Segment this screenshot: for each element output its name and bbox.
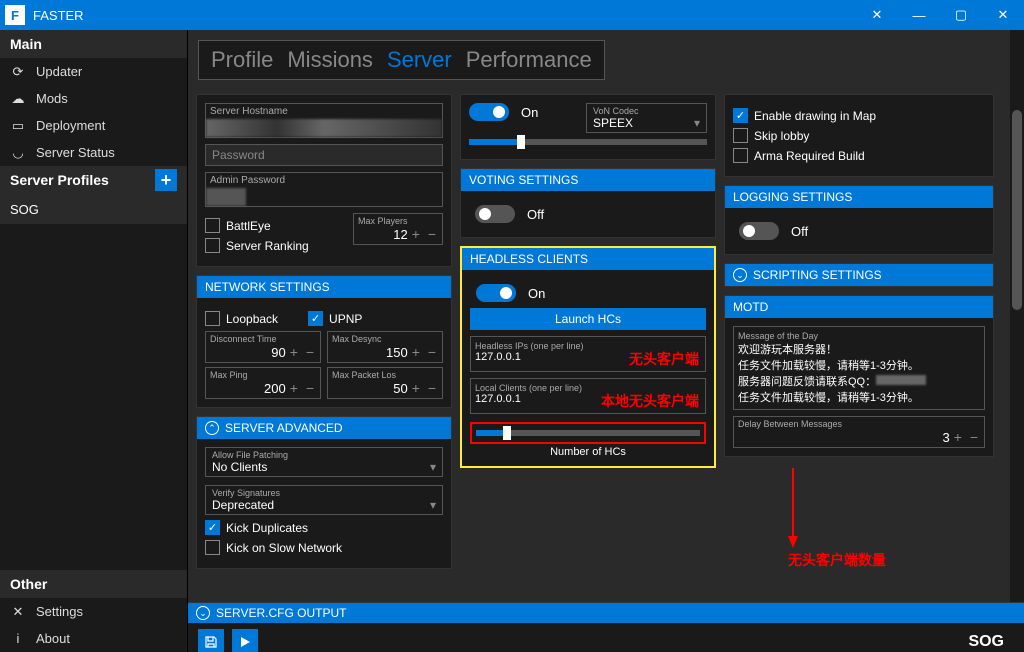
- misc-panel: Enable drawing in Map Skip lobby Arma Re…: [724, 94, 994, 177]
- advanced-header[interactable]: ⌃SERVER ADVANCED: [197, 417, 451, 439]
- sidebar-other-header: Other: [0, 570, 187, 598]
- max-players-field[interactable]: Max Players 12+ −: [353, 213, 443, 245]
- headless-toggle[interactable]: [476, 284, 516, 302]
- scripting-header[interactable]: ⌄SCRIPTING SETTINGS: [725, 264, 993, 286]
- launch-hcs-button[interactable]: Launch HCs: [470, 308, 706, 330]
- hc-number-label: Number of HCs: [470, 446, 706, 458]
- network-header: NETWORK SETTINGS: [197, 276, 451, 298]
- about-icon: i: [10, 631, 26, 646]
- headless-header: HEADLESS CLIENTS: [462, 248, 714, 270]
- cfg-output-header[interactable]: ⌄SERVER.CFG OUTPUT: [188, 603, 1024, 623]
- sidebar-item-deployment[interactable]: ▭Deployment: [0, 112, 187, 139]
- scripting-panel: ⌄SCRIPTING SETTINGS: [724, 263, 994, 287]
- tab-server[interactable]: Server: [387, 47, 452, 73]
- headless-ips-input[interactable]: Headless IPs (one per line) 127.0.0.1 无头…: [470, 336, 706, 372]
- tab-performance[interactable]: Performance: [466, 47, 592, 73]
- loopback-checkbox[interactable]: [205, 311, 220, 326]
- von-codec-select[interactable]: VoN CodecSPEEX: [586, 103, 707, 133]
- delay-field[interactable]: Delay Between Messages3+ −: [733, 416, 985, 448]
- expand-icon: ⌄: [733, 268, 747, 282]
- save-icon: [204, 635, 218, 649]
- hostname-input[interactable]: Server Hostname: [205, 103, 443, 138]
- motd-input[interactable]: Message of the Day 欢迎游玩本服务器！ 任务文件加载较慢，请稍…: [733, 326, 985, 410]
- arma-checkbox[interactable]: [733, 148, 748, 163]
- sidebar-item-settings[interactable]: ✕Settings: [0, 598, 187, 625]
- voting-toggle[interactable]: [475, 205, 515, 223]
- maximize-button[interactable]: ▢: [940, 0, 982, 30]
- von-toggle[interactable]: [469, 103, 509, 121]
- motd-header: MOTD: [725, 296, 993, 318]
- skip-checkbox[interactable]: [733, 128, 748, 143]
- scrollbar[interactable]: [1010, 30, 1024, 602]
- sidebar-item-mods[interactable]: ☁Mods: [0, 85, 187, 112]
- motd-panel: MOTD Message of the Day 欢迎游玩本服务器！ 任务文件加载…: [724, 295, 994, 457]
- app-title: FASTER: [33, 8, 84, 23]
- kick-dup-checkbox[interactable]: [205, 520, 220, 535]
- status-icon: ◡: [10, 145, 26, 161]
- kick-slow-checkbox[interactable]: [205, 540, 220, 555]
- tab-profile[interactable]: Profile: [211, 47, 273, 73]
- content-area: Profile Missions Server Performance Serv…: [188, 30, 1024, 652]
- app-logo: F: [5, 5, 25, 25]
- hc-number-slider[interactable]: [476, 430, 700, 436]
- von-slider[interactable]: [469, 139, 707, 145]
- logging-toggle[interactable]: [739, 222, 779, 240]
- profile-item-sog[interactable]: SOG: [0, 194, 187, 224]
- ranking-checkbox[interactable]: [205, 238, 220, 253]
- titlebar: F FASTER ✕ — ▢ ✕: [0, 0, 1024, 30]
- voting-panel: VOTING SETTINGS Off: [460, 168, 716, 238]
- play-icon: [239, 636, 251, 648]
- save-button[interactable]: [198, 629, 224, 652]
- ping-field[interactable]: Max Ping200+ −: [205, 367, 321, 399]
- server-basic-panel: Server Hostname Password Admin Password: [196, 94, 452, 267]
- password-input[interactable]: Password: [205, 144, 443, 166]
- packet-field[interactable]: Max Packet Los50+ −: [327, 367, 443, 399]
- advanced-panel: ⌃SERVER ADVANCED Allow File PatchingNo C…: [196, 416, 452, 569]
- sidebar-item-status[interactable]: ◡Server Status: [0, 139, 187, 166]
- tab-missions[interactable]: Missions: [287, 47, 373, 73]
- bottom-bar: ⌄SERVER.CFG OUTPUT SOG: [188, 602, 1024, 652]
- tools-icon[interactable]: ✕: [856, 0, 898, 30]
- desync-field[interactable]: Max Desync150+ −: [327, 331, 443, 363]
- file-patching-select[interactable]: Allow File PatchingNo Clients: [205, 447, 443, 477]
- drawing-checkbox[interactable]: [733, 108, 748, 123]
- upnp-checkbox[interactable]: [308, 311, 323, 326]
- tabs: Profile Missions Server Performance: [198, 40, 605, 80]
- settings-icon: ✕: [10, 604, 26, 620]
- verify-select[interactable]: Verify SignaturesDeprecated: [205, 485, 443, 515]
- annotation-1: 无头客户端: [629, 349, 699, 369]
- logging-panel: LOGGING SETTINGS Off: [724, 185, 994, 255]
- play-button[interactable]: [232, 629, 258, 652]
- profile-name-label: SOG: [968, 633, 1014, 651]
- collapse-icon: ⌃: [205, 421, 219, 435]
- mods-icon: ☁: [10, 91, 26, 107]
- network-panel: NETWORK SETTINGS Loopback UPNP Disconnec…: [196, 275, 452, 408]
- add-profile-button[interactable]: +: [155, 169, 177, 191]
- von-panel: On VoN CodecSPEEX: [460, 94, 716, 160]
- sidebar-item-about[interactable]: iAbout: [0, 625, 187, 652]
- headless-panel: HEADLESS CLIENTS On Launch HCs Headless …: [460, 246, 716, 468]
- expand-icon: ⌄: [196, 606, 210, 620]
- annotation-2: 本地无头客户端: [601, 391, 699, 411]
- annotation-3: 无头客户端数量: [788, 550, 886, 570]
- logging-header: LOGGING SETTINGS: [725, 186, 993, 208]
- admin-password-input[interactable]: Admin Password: [205, 172, 443, 207]
- sidebar-main-header: Main: [0, 30, 187, 58]
- disconnect-field[interactable]: Disconnect Time90+ −: [205, 331, 321, 363]
- sidebar-profiles-header: Server Profiles +: [0, 166, 187, 194]
- local-clients-input[interactable]: Local Clients (one per line) 127.0.0.1 本…: [470, 378, 706, 414]
- voting-header: VOTING SETTINGS: [461, 169, 715, 191]
- battleye-checkbox[interactable]: [205, 218, 220, 233]
- close-button[interactable]: ✕: [982, 0, 1024, 30]
- minimize-button[interactable]: —: [898, 0, 940, 30]
- updater-icon: ⟳: [10, 64, 26, 80]
- deployment-icon: ▭: [10, 118, 26, 134]
- sidebar-item-updater[interactable]: ⟳Updater: [0, 58, 187, 85]
- arrow-annotation: [783, 468, 803, 548]
- sidebar: Main ⟳Updater ☁Mods ▭Deployment ◡Server …: [0, 30, 188, 652]
